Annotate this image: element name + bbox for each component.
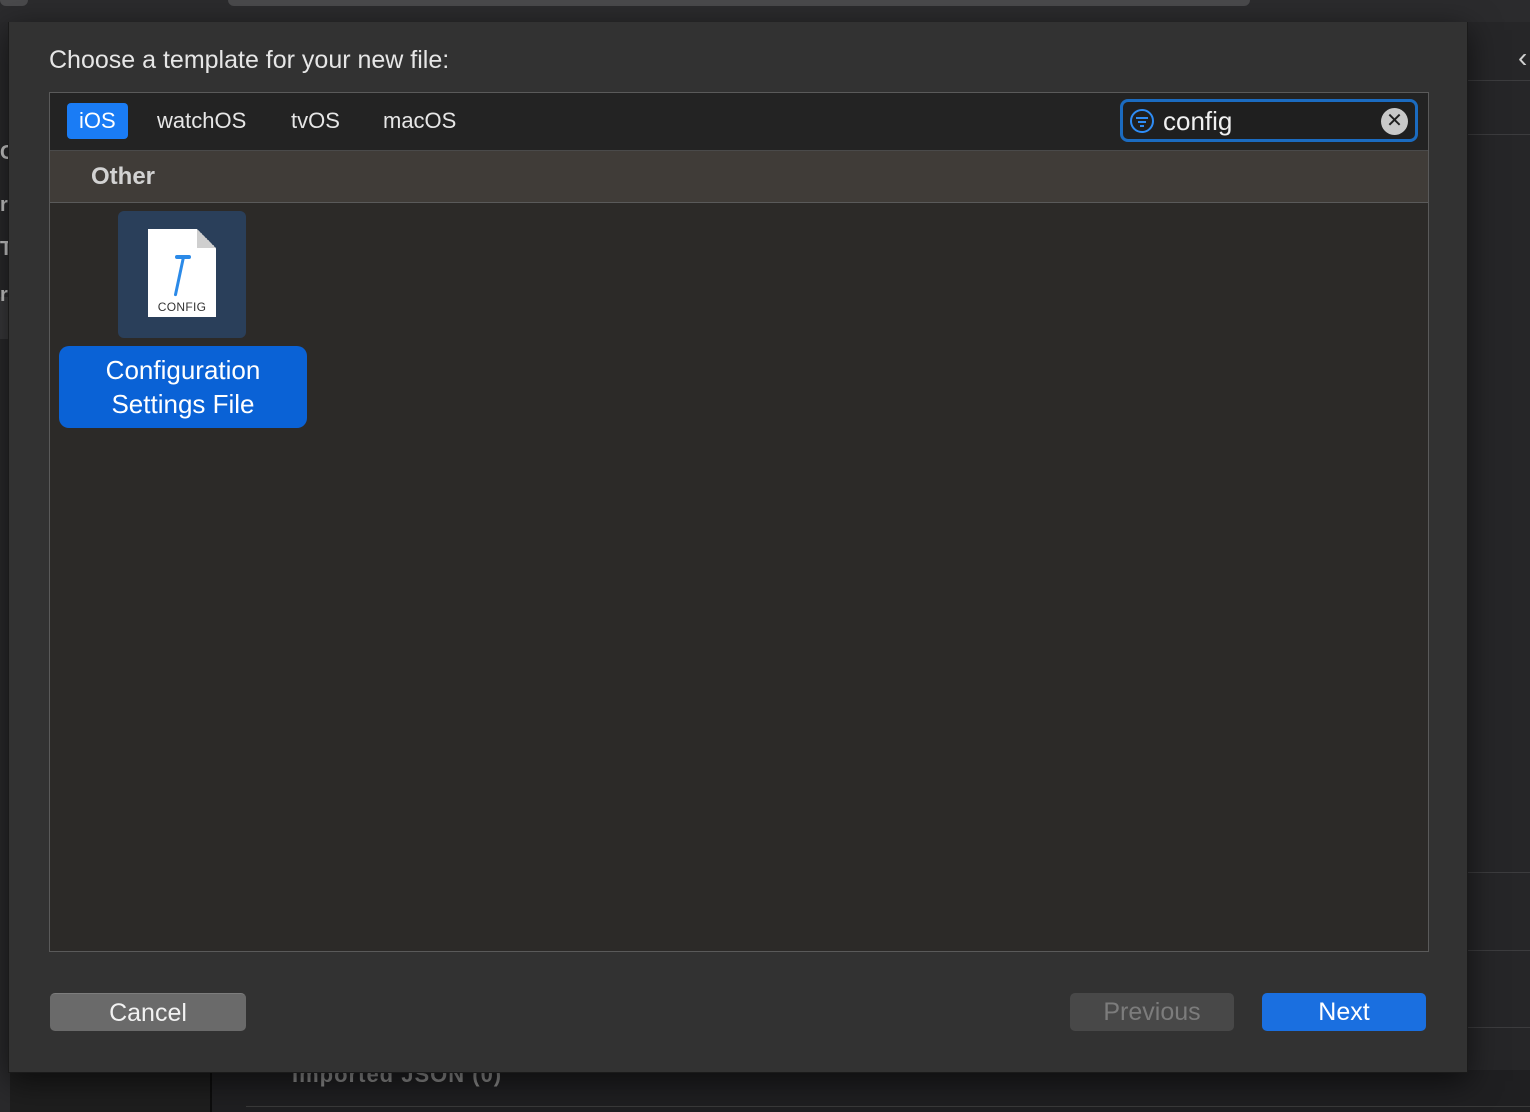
divider	[246, 1106, 1530, 1107]
platform-tabbar: iOS watchOS tvOS macOS ✕	[50, 93, 1428, 151]
divider	[1468, 872, 1530, 873]
tab-macos[interactable]: macOS	[371, 103, 468, 139]
template-name-line: Settings File	[111, 389, 255, 419]
template-name-line: Configuration	[105, 355, 261, 385]
template-item-icon[interactable]: CONFIG	[118, 211, 246, 338]
icon-label: CONFIG	[157, 300, 207, 314]
background-inspector: ‹	[1468, 22, 1530, 1070]
background-tab	[0, 0, 28, 6]
divider	[1468, 134, 1530, 135]
chevron-left-icon: ‹	[1518, 42, 1528, 73]
config-file-icon: CONFIG	[148, 229, 216, 317]
sheet-title: Choose a template for your new file:	[49, 46, 450, 74]
template-item-configuration-settings-file[interactable]: Configuration Settings File	[59, 346, 307, 428]
hammer-icon	[173, 255, 193, 299]
divider	[1468, 80, 1530, 81]
divider	[1468, 1027, 1530, 1028]
section-title: Other	[91, 163, 156, 190]
section-header: Other	[50, 151, 1428, 203]
tab-tvos[interactable]: tvOS	[279, 103, 352, 139]
previous-button[interactable]: Previous	[1070, 993, 1234, 1031]
cancel-button[interactable]: Cancel	[50, 993, 246, 1031]
template-chooser-sheet: Choose a template for your new file: iOS…	[8, 22, 1468, 1073]
search-input[interactable]	[1163, 106, 1373, 136]
divider	[1468, 950, 1530, 951]
filter-icon[interactable]	[1130, 109, 1154, 133]
background-tab	[228, 0, 1250, 6]
background-editor: Imported JSON (0)	[210, 1062, 1530, 1112]
next-button[interactable]: Next	[1262, 993, 1426, 1031]
template-panel: iOS watchOS tvOS macOS ✕ Other	[49, 92, 1429, 952]
tab-watchos[interactable]: watchOS	[145, 103, 258, 139]
search-field[interactable]: ✕	[1120, 99, 1418, 142]
tab-ios[interactable]: iOS	[67, 103, 128, 139]
document-fold	[197, 229, 216, 248]
clear-icon[interactable]: ✕	[1381, 108, 1408, 135]
background-toolbar	[0, 0, 1530, 23]
